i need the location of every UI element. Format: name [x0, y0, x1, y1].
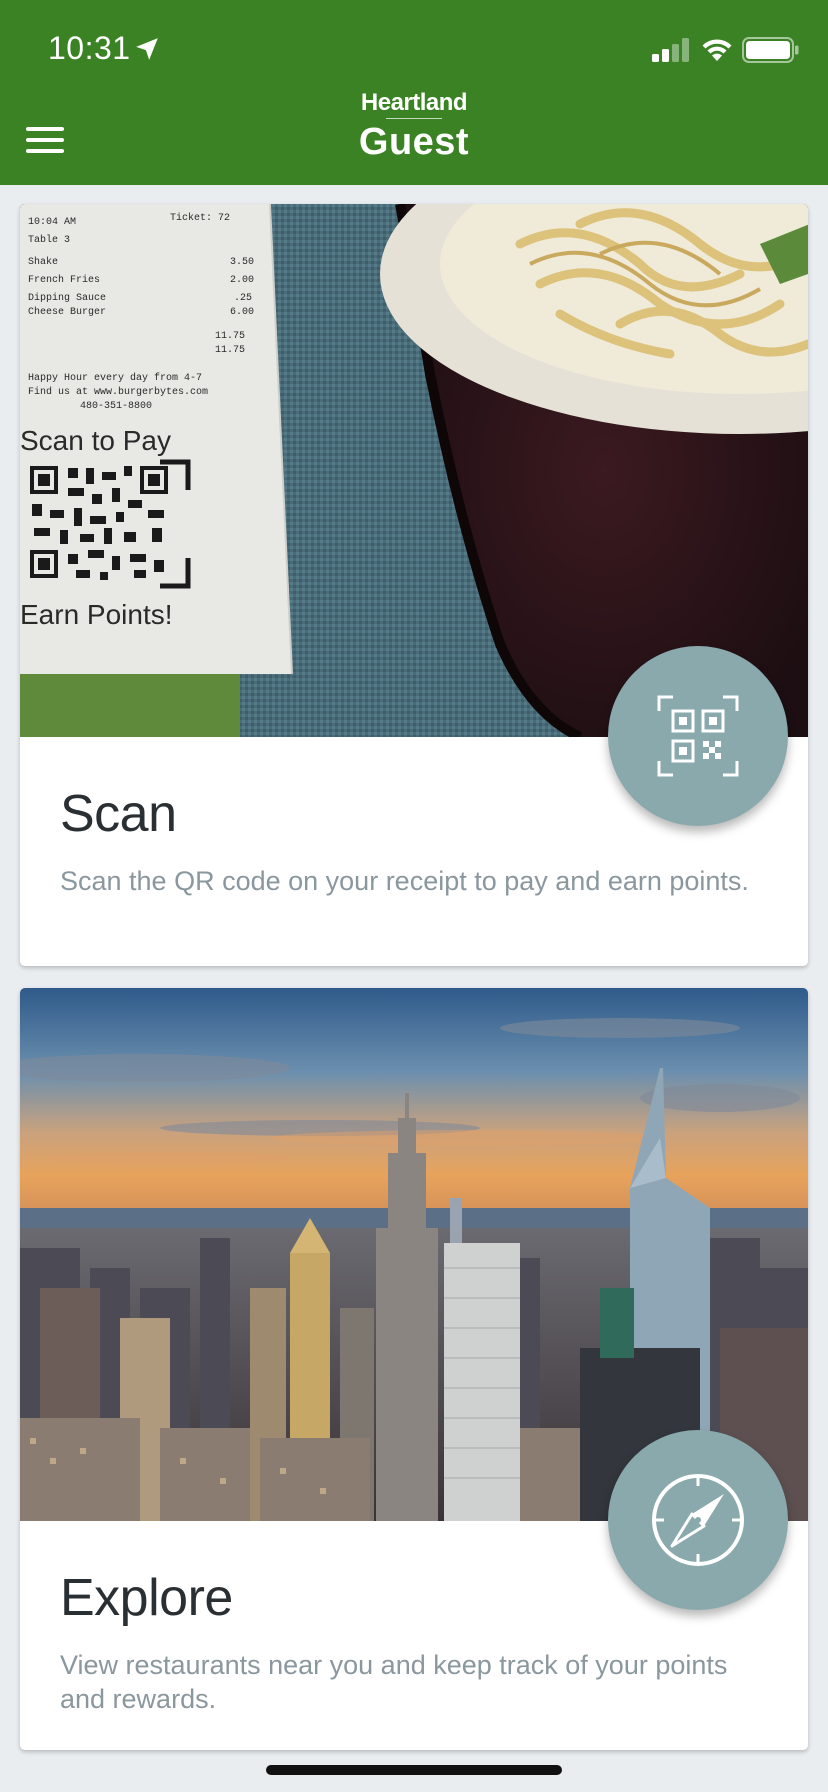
scan-qr-button[interactable] [608, 646, 788, 826]
svg-text:6.00: 6.00 [230, 307, 254, 318]
svg-text:Find us at www.burgerbytes.com: Find us at www.burgerbytes.com [28, 386, 208, 398]
logo-heartland-text: Heartland [360, 89, 468, 116]
logo-guest-text: Guest [358, 121, 470, 163]
svg-text:.25: .25 [234, 293, 252, 304]
menu-bar-icon [26, 138, 64, 142]
svg-text:Dipping Sauce: Dipping Sauce [28, 292, 106, 304]
status-time: 10:31 [48, 30, 131, 66]
svg-text:Scan to Pay: Scan to Pay [20, 425, 171, 456]
heartland-guest-logo: Heartland Guest [314, 89, 514, 163]
app-header: 10:31 Heartland Guest [0, 0, 828, 185]
battery-icon [742, 37, 799, 63]
svg-text:Ticket: 72: Ticket: 72 [170, 212, 230, 224]
svg-text:10:04 AM: 10:04 AM [28, 217, 76, 228]
svg-text:Shake: Shake [28, 256, 58, 268]
logo-divider [386, 118, 442, 119]
status-bar: 10:31 [0, 0, 828, 100]
svg-text:11.75: 11.75 [215, 345, 245, 356]
svg-text:11.75: 11.75 [215, 331, 245, 342]
explore-card-title: Explore [60, 1569, 233, 1627]
qr-code-icon [657, 695, 739, 777]
menu-bar-icon [26, 149, 64, 153]
explore-card[interactable]: Explore View restaurants near you and ke… [20, 988, 808, 1750]
svg-text:Cheese Burger: Cheese Burger [28, 306, 106, 318]
home-indicator[interactable] [266, 1765, 562, 1775]
scan-card-title: Scan [60, 785, 177, 843]
svg-text:Happy Hour every day from 4-7: Happy Hour every day from 4-7 [28, 372, 202, 384]
hamburger-menu-button[interactable] [24, 120, 68, 160]
scan-card[interactable]: 10:04 AM Ticket: 72 Table 3 Shake 3.50 F… [20, 204, 808, 966]
svg-text:2.00: 2.00 [230, 275, 254, 286]
compass-icon [652, 1474, 744, 1566]
svg-text:480-351-8800: 480-351-8800 [80, 401, 152, 412]
svg-text:3.50: 3.50 [230, 257, 254, 268]
svg-text:Table 3: Table 3 [28, 234, 70, 246]
svg-text:Earn Points!: Earn Points! [20, 599, 173, 630]
cellular-signal-icon [652, 38, 689, 62]
wifi-icon [702, 39, 732, 61]
receipt-qr-code [28, 459, 191, 589]
menu-bar-icon [26, 127, 64, 131]
svg-text:French Fries: French Fries [28, 274, 100, 286]
location-arrow-icon [136, 38, 158, 60]
scan-card-description: Scan the QR code on your receipt to pay … [60, 866, 749, 896]
explore-button[interactable] [608, 1430, 788, 1610]
explore-card-description: View restaurants near you and keep track… [60, 1650, 728, 1714]
